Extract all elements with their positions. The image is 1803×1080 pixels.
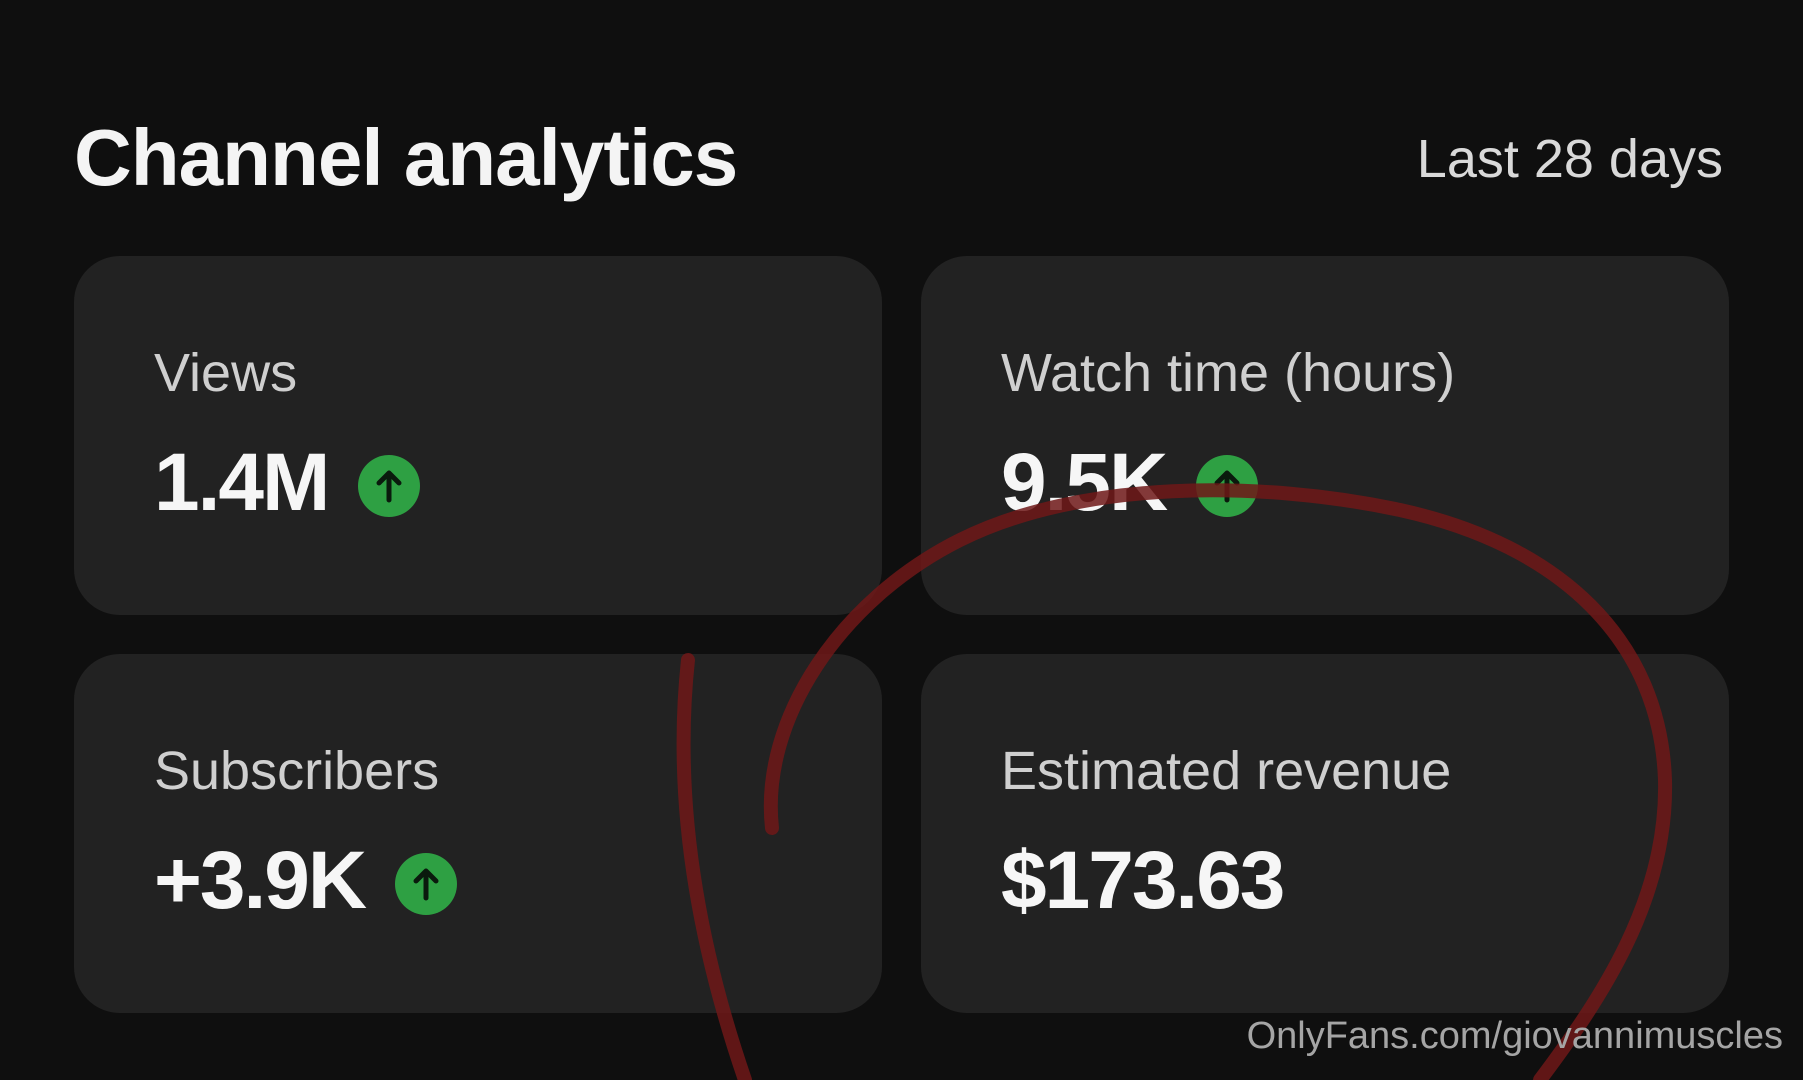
metric-label: Estimated revenue <box>1001 741 1452 801</box>
metric-value-row: +3.9K <box>154 835 458 926</box>
arrow-up-circle-icon <box>395 853 458 915</box>
metric-label: Views <box>154 343 298 403</box>
metric-value-row: 9.5K <box>1001 437 1259 528</box>
metric-value: 1.4M <box>154 437 330 528</box>
arrow-up-circle-icon <box>358 455 421 517</box>
metric-value-row: $173.63 <box>1001 835 1285 926</box>
metric-value: $173.63 <box>1001 835 1285 926</box>
metric-card-subscribers[interactable]: Subscribers +3.9K <box>74 654 882 1013</box>
arrow-up-circle-icon <box>1196 455 1259 517</box>
period-selector[interactable]: Last 28 days <box>1417 128 1723 190</box>
page-title: Channel analytics <box>74 113 738 202</box>
metric-card-watch-time[interactable]: Watch time (hours) 9.5K <box>921 256 1729 615</box>
metric-value: +3.9K <box>154 835 367 926</box>
metric-label: Subscribers <box>154 741 440 801</box>
metric-label: Watch time (hours) <box>1001 343 1456 403</box>
metric-card-views[interactable]: Views 1.4M <box>74 256 882 615</box>
metric-value-row: 1.4M <box>154 437 421 528</box>
watermark-text: OnlyFans.com/giovannimuscles <box>1246 1015 1783 1057</box>
metric-value: 9.5K <box>1001 437 1168 528</box>
analytics-screen: Channel analytics Last 28 days Views 1.4… <box>0 0 1803 1080</box>
metric-card-estimated-revenue[interactable]: Estimated revenue $173.63 <box>921 654 1729 1013</box>
